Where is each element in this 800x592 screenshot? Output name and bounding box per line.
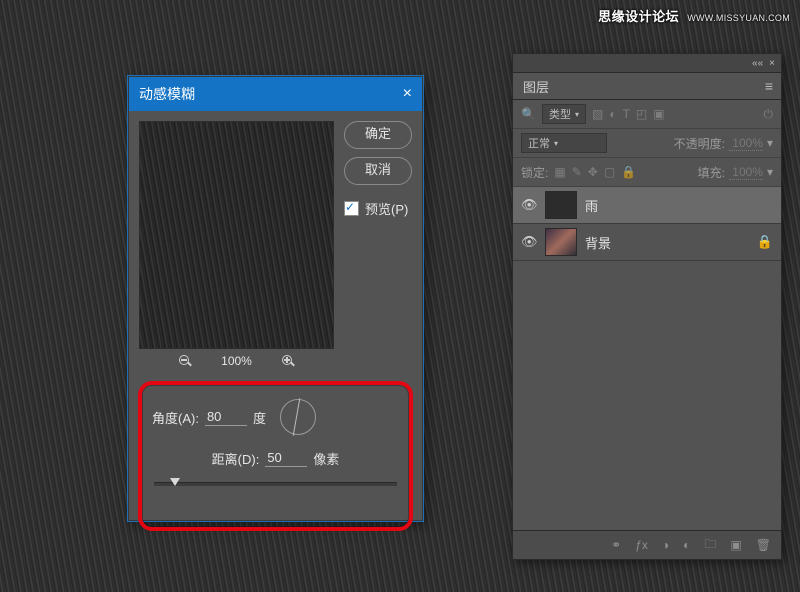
lock-pixels-icon[interactable]: ▦ — [554, 165, 565, 179]
lock-position-icon[interactable]: ✥ — [588, 165, 598, 179]
slider-track — [154, 482, 397, 486]
dialog-titlebar[interactable]: 动感模糊 × — [129, 77, 422, 111]
fx-icon[interactable]: ƒx — [635, 538, 648, 552]
new-layer-icon[interactable]: ▣ — [730, 538, 741, 552]
visibility-icon[interactable]: 👁 — [521, 234, 537, 250]
chevron-down-icon: ▾ — [575, 110, 579, 119]
filter-type-icon[interactable]: T — [623, 107, 630, 121]
chevron-down-icon[interactable]: ▾ — [767, 165, 773, 179]
watermark-text: 思缘设计论坛 — [598, 9, 679, 24]
layer-name[interactable]: 背景 — [585, 233, 611, 252]
chevron-down-icon: ▾ — [554, 139, 558, 148]
kind-filter-label: 类型 — [549, 106, 571, 122]
blend-row: 正常 ▾ 不透明度: 100% ▾ — [513, 129, 781, 158]
filter-toggle-icon[interactable]: ⏻ — [764, 107, 774, 122]
layer-thumbnail[interactable] — [545, 191, 577, 219]
panel-menu-icon[interactable]: ≡ — [765, 78, 773, 94]
opacity-value[interactable]: 100% — [729, 136, 763, 151]
panel-footer: ⚭ ƒx ◑ ◐ 🗀 ▣ 🗑 — [513, 530, 781, 559]
parameter-highlight-area: 角度(A): 度 距离(D): 像素 — [138, 381, 413, 531]
watermark: 思缘设计论坛 WWW.MISSYUAN.COM — [598, 6, 790, 25]
layers-list: 👁 雨 👁 背景 🔒 — [513, 187, 781, 261]
trash-icon[interactable]: 🗑 — [756, 538, 771, 552]
distance-slider[interactable] — [154, 476, 397, 490]
angle-label: 角度(A): — [152, 408, 199, 427]
panel-close-icon[interactable]: × — [769, 58, 775, 69]
watermark-url: WWW.MISSYUAN.COM — [687, 13, 790, 23]
panel-topbar[interactable]: «« × — [513, 54, 781, 73]
slider-thumb[interactable] — [170, 478, 180, 486]
lock-artboard-icon[interactable]: ▢ — [604, 165, 615, 179]
layer-row[interactable]: 👁 背景 🔒 — [513, 224, 781, 261]
adjustment-icon[interactable]: ◐ — [683, 538, 690, 552]
lock-label: 锁定: — [521, 164, 548, 181]
tab-layers[interactable]: 图层 — [513, 73, 559, 99]
zoom-out-icon[interactable] — [177, 353, 193, 369]
collapse-icon[interactable]: «« — [752, 58, 763, 69]
filter-shape-icon[interactable]: ◰ — [636, 107, 647, 121]
lock-row: 锁定: ▦ ✎ ✥ ▢ 🔒 填充: 100% ▾ — [513, 158, 781, 187]
angle-input[interactable] — [205, 409, 247, 426]
preview-checkbox-label: 预览(P) — [365, 199, 408, 218]
mask-icon[interactable]: ◑ — [662, 538, 669, 552]
preview-checkbox[interactable] — [344, 201, 359, 216]
motion-blur-dialog: 动感模糊 × 确定 取消 预览(P) 100% 角度(A): 度 — [128, 76, 423, 521]
distance-row: 距离(D): 像素 — [152, 449, 399, 468]
distance-label: 距离(D): — [212, 449, 260, 468]
visibility-icon[interactable]: 👁 — [521, 197, 537, 213]
dialog-body: 确定 取消 预览(P) 100% 角度(A): 度 距离(D): 像素 — [129, 111, 422, 520]
fill-label: 填充: — [698, 164, 725, 181]
angle-row: 角度(A): 度 — [152, 399, 399, 435]
distance-unit: 像素 — [313, 449, 339, 468]
preview-thumbnail[interactable] — [139, 121, 334, 349]
ok-button[interactable]: 确定 — [344, 121, 412, 149]
group-icon[interactable]: 🗀 — [704, 535, 716, 556]
filter-pixel-icon[interactable]: ▧ — [592, 107, 603, 121]
opacity-label: 不透明度: — [674, 135, 725, 152]
panel-tabs: 图层 ≡ — [513, 73, 781, 100]
filter-smart-icon[interactable]: ▣ — [653, 107, 664, 121]
blend-mode-label: 正常 — [528, 135, 550, 151]
angle-unit: 度 — [253, 408, 266, 427]
layers-panel: «« × 图层 ≡ 🔍 类型 ▾ ▧ ◐ T ◰ ▣ ⏻ 正常 ▾ 不透明度: … — [512, 53, 782, 560]
layer-thumbnail[interactable] — [545, 228, 577, 256]
lock-all-icon[interactable]: 🔒 — [621, 165, 636, 179]
blend-mode-select[interactable]: 正常 ▾ — [521, 133, 607, 153]
lock-icon[interactable]: 🔒 — [757, 234, 773, 250]
zoom-percent: 100% — [221, 354, 252, 368]
dialog-button-column: 确定 取消 预览(P) — [344, 121, 412, 218]
search-icon[interactable]: 🔍 — [521, 107, 536, 121]
angle-dial[interactable] — [280, 399, 316, 435]
link-layers-icon[interactable]: ⚭ — [611, 538, 621, 552]
preview-checkbox-row[interactable]: 预览(P) — [344, 199, 412, 218]
close-icon[interactable]: × — [403, 77, 412, 111]
layer-row[interactable]: 👁 雨 — [513, 187, 781, 224]
filter-adjust-icon[interactable]: ◐ — [609, 107, 616, 121]
layer-name[interactable]: 雨 — [585, 196, 598, 215]
zoom-in-icon[interactable] — [280, 353, 296, 369]
distance-input[interactable] — [265, 450, 307, 467]
fill-value[interactable]: 100% — [729, 165, 763, 180]
kind-filter-select[interactable]: 类型 ▾ — [542, 104, 586, 124]
lock-brush-icon[interactable]: ✎ — [572, 165, 582, 179]
filter-type-row: 🔍 类型 ▾ ▧ ◐ T ◰ ▣ ⏻ — [513, 100, 781, 129]
chevron-down-icon[interactable]: ▾ — [767, 136, 773, 150]
dialog-title: 动感模糊 — [139, 77, 195, 111]
zoom-row: 100% — [139, 353, 334, 369]
cancel-button[interactable]: 取消 — [344, 157, 412, 185]
